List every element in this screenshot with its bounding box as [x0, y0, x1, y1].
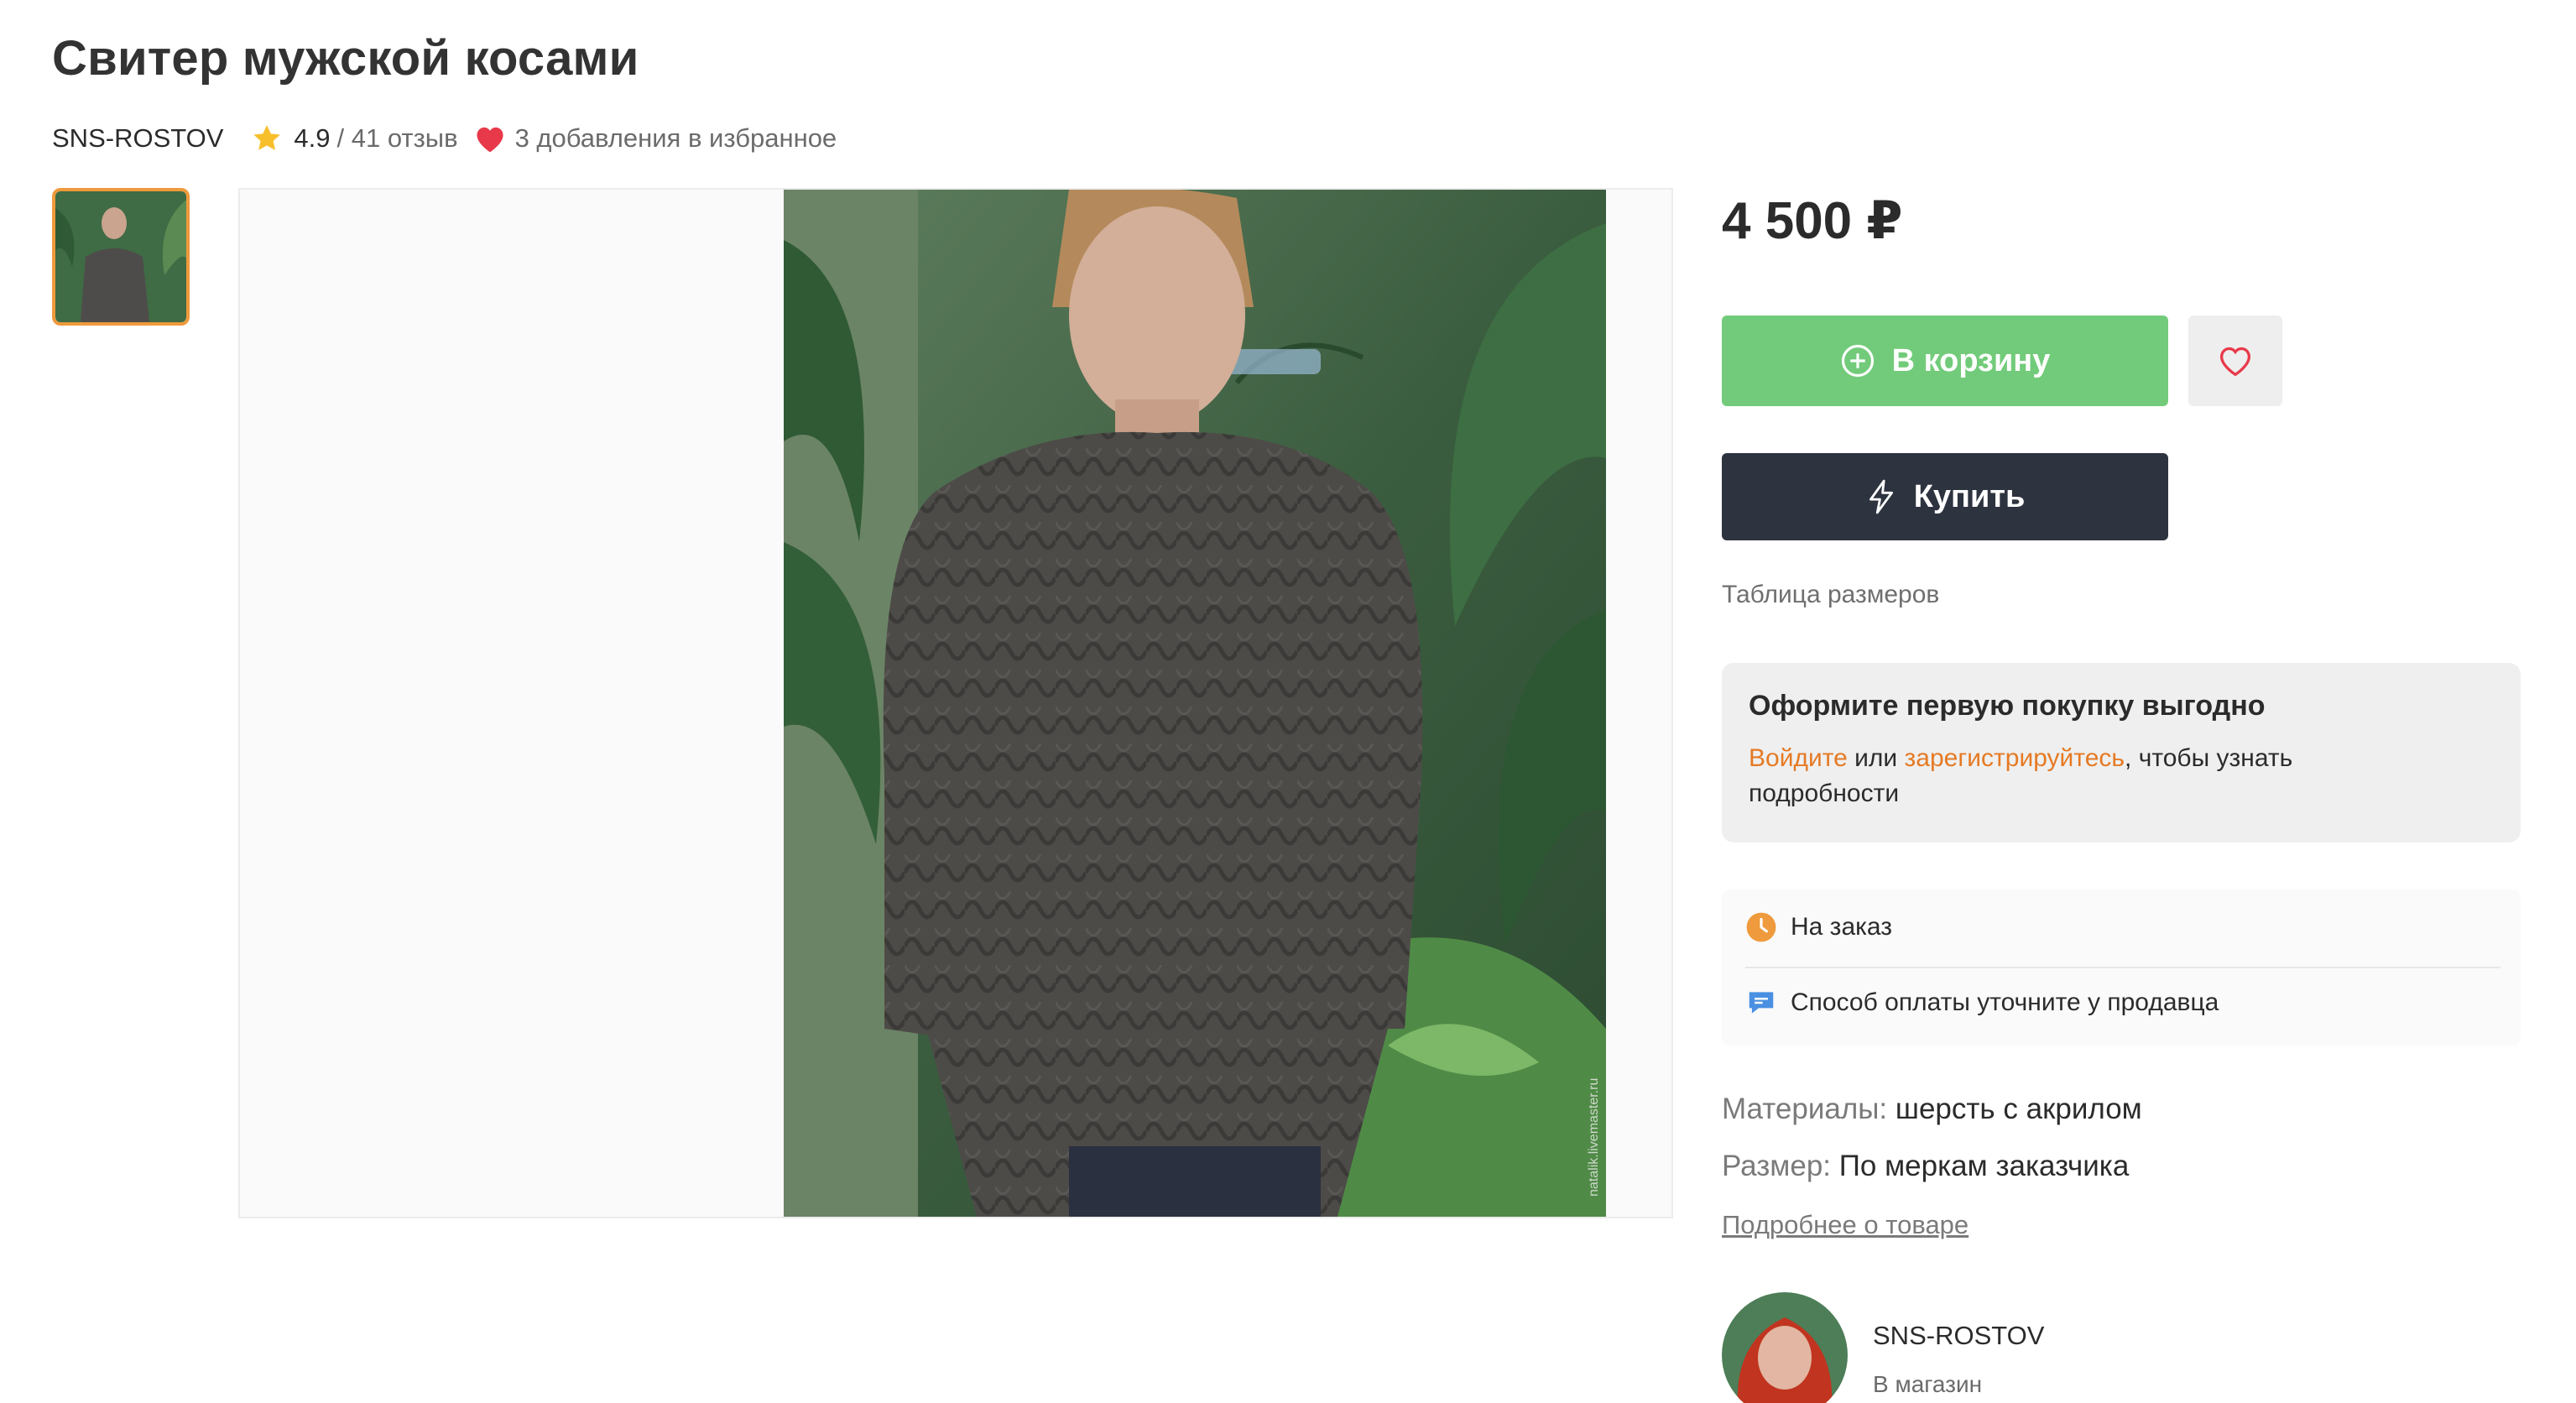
first-purchase-promo: Оформите первую покупку выгодно Войдите …: [1722, 663, 2521, 842]
favorites-count: 3 добавления в избранное: [514, 123, 837, 153]
product-details-link[interactable]: Подробнее о товаре: [1722, 1210, 1969, 1240]
product-photo: natalik.livemaster.ru: [784, 190, 1606, 1217]
product-title: Свитер мужской косами: [52, 31, 639, 86]
product-price: 4 500 ₽: [1722, 192, 1903, 250]
star-icon: [253, 125, 281, 150]
login-link[interactable]: Войдите: [1749, 744, 1848, 772]
reviews-link[interactable]: / 41 отзыв: [337, 123, 458, 154]
lightning-icon: [1869, 479, 1893, 514]
main-gallery[interactable]: natalik.livemaster.ru: [238, 188, 1673, 1218]
materials-value: шерсть с акрилом: [1895, 1093, 2142, 1125]
plus-circle-icon: [1841, 344, 1874, 378]
payment-row: Способ оплаты уточните у продавца: [1745, 987, 2219, 1019]
size-value: По меркам заказчика: [1838, 1150, 2130, 1182]
promo-or: или: [1847, 744, 1905, 772]
materials-property: Материалы: шерсть с акрилом: [1722, 1093, 2142, 1126]
thumbnail-image: [55, 191, 186, 322]
add-to-cart-label: В корзину: [1891, 342, 2051, 378]
heart-outline-icon: [2219, 347, 2251, 377]
seller-link[interactable]: SNS-ROSTOV: [52, 123, 223, 154]
buy-now-label: Купить: [1913, 478, 2026, 514]
made-to-order-row: На заказ: [1745, 911, 1892, 943]
promo-heading: Оформите первую покупку выгодно: [1749, 690, 2266, 722]
order-info-panel: На заказ Способ оплаты уточните у продав…: [1722, 889, 2521, 1046]
materials-key: Материалы:: [1722, 1093, 1888, 1125]
made-to-order-label: На заказ: [1791, 913, 1893, 941]
heart-icon: [477, 127, 503, 153]
payment-label: Способ оплаты уточните у продавца: [1791, 988, 2219, 1016]
add-to-cart-button[interactable]: В корзину: [1722, 316, 2168, 406]
size-table-link[interactable]: Таблица размеров: [1722, 581, 1939, 609]
promo-text: Войдите или зарегистрируйтесь, чтобы узн…: [1749, 741, 2386, 811]
size-property: Размер: По меркам заказчика: [1722, 1150, 2129, 1183]
go-to-shop-link[interactable]: В магазин: [1873, 1371, 1982, 1398]
clock-icon: [1746, 912, 1776, 942]
rating-value: 4.9: [294, 123, 331, 153]
info-divider: [1745, 967, 2500, 968]
favorite-button[interactable]: [2188, 316, 2282, 406]
size-key: Размер:: [1722, 1150, 1832, 1182]
photo-watermark: natalik.livemaster.ru: [1587, 1078, 1601, 1197]
gallery-thumbnail[interactable]: [52, 188, 190, 326]
shop-avatar[interactable]: [1722, 1292, 1848, 1403]
shop-name[interactable]: SNS-ROSTOV: [1873, 1321, 2044, 1351]
buy-now-button[interactable]: Купить: [1722, 453, 2168, 540]
chat-icon: [1749, 992, 1774, 1014]
register-link[interactable]: зарегистрируйтесь: [1905, 744, 2125, 772]
product-meta: SNS-ROSTOV 4.9 / 41 отзыв 3 добавления в…: [52, 117, 837, 159]
